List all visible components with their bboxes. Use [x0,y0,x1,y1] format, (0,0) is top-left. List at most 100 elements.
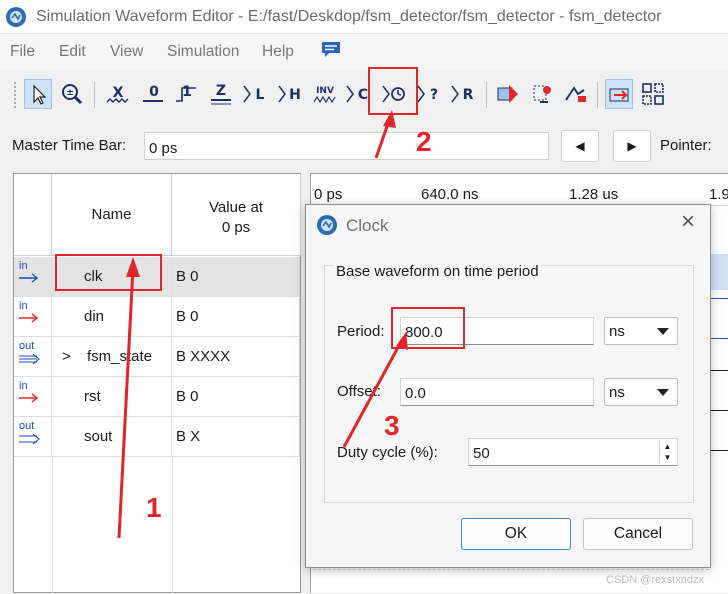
type-column-header [14,174,52,256]
svg-text:±: ± [66,88,74,98]
signal-value: B X [172,417,300,457]
period-unit-select[interactable]: ns [604,317,678,345]
menu-file[interactable]: File [10,43,35,61]
duty-cycle-spinbox[interactable]: 50 ▲ ▼ [468,438,678,466]
chevron-down-icon [657,389,669,396]
offset-input[interactable]: 0.0 [400,378,594,406]
pointer-icon [33,84,47,105]
weak-high-button[interactable]: H [277,79,305,109]
menu-help[interactable]: Help [262,43,294,61]
zoom-button[interactable]: ± [58,79,86,109]
annotation-box-period [391,307,465,349]
cancel-button[interactable]: Cancel [583,518,693,550]
ruler-label: 640.0 ns [421,186,479,203]
spin-buttons[interactable]: ▲ ▼ [659,441,675,463]
name-column-header[interactable]: Name [52,174,172,256]
forcing-unknown-button[interactable]: X [104,79,132,109]
ruler-label: 1.28 us [569,186,619,203]
period-label: Period: [337,323,385,340]
annotation-number-2: 2 [416,126,432,157]
watermark: CSDN @rexstxndzx [606,574,704,586]
z-icon: Z [211,83,231,105]
input-pin-icon [19,313,39,323]
signal-name: fsm_state [86,348,152,365]
snap-time-button[interactable] [605,79,633,109]
signal-row-sout[interactable]: out sout B X [14,417,300,457]
pin-type-cell: out [14,337,52,377]
invert-button[interactable]: INV [311,79,339,109]
select-pointer-button[interactable] [24,79,52,109]
close-icon[interactable]: × [676,210,700,235]
signal-name-cell: > fsm_state [52,337,172,377]
waveform-line [711,370,728,371]
snap-grid-icon [497,85,518,103]
signal-row-din[interactable]: in din B 0 [14,297,300,337]
signal-row-rst[interactable]: in rst B 0 [14,377,300,417]
toolbar-separator [597,82,598,108]
svg-text:INV: INV [316,86,334,96]
period-unit-value: ns [609,323,625,340]
arbitrary-value-button[interactable]: ? [416,79,444,109]
signal-name: din [52,297,172,337]
snap-time-icon [609,88,629,102]
arrow-right-icon: ▶ [627,139,637,153]
menu-simulation[interactable]: Simulation [167,43,239,61]
arrow-left-icon: ◀ [575,139,585,153]
random-value-button[interactable]: R [450,79,478,109]
spin-down-icon[interactable]: ▼ [660,452,675,463]
output-pin-icon [19,433,40,445]
value-header-line2: 0 ps [221,219,251,236]
time-ruler: 0 ps 640.0 ns 1.28 us 1.9 [311,174,728,206]
ok-button[interactable]: OK [461,518,571,550]
ruler-label: 1.9 [709,186,728,203]
master-time-bar-input[interactable]: 0 ps [144,132,549,160]
waveform-line [711,338,728,339]
value-column-header[interactable]: Value at 0 ps [172,174,301,256]
signal-value: B 0 [172,297,300,337]
next-transition-button[interactable]: ▶ [613,130,651,162]
forcing-low-button[interactable]: 0 [139,79,167,109]
signal-row-fsm-state[interactable]: out > fsm_state B XXXX [14,337,300,377]
chevron-down-icon [657,328,669,335]
snap-to-grid-button[interactable] [494,79,522,109]
random-r-icon: R [451,85,474,103]
svg-text:Z: Z [216,83,226,99]
expand-chevron-icon[interactable]: > [62,348,71,365]
previous-transition-button[interactable]: ◀ [561,130,599,162]
feedback-icon[interactable] [320,40,342,60]
one-icon: 1 [176,84,196,102]
column-divider [52,457,53,594]
svg-text:R: R [463,87,474,103]
svg-text:L: L [256,87,265,103]
duty-cycle-value: 50 [473,445,490,462]
toolbar: ± X 0 1 Z L H INV C ? R [0,72,728,120]
menu-bar: File Edit View Simulation Help [0,34,728,70]
menu-edit[interactable]: Edit [59,43,86,61]
offset-unit-select[interactable]: ns [604,378,678,406]
svg-text:1: 1 [182,84,192,100]
pointer-label: Pointer: [660,137,712,154]
weak-low-button[interactable]: L [242,79,270,109]
svg-text:H: H [289,87,301,103]
reorder-button[interactable] [528,79,556,109]
annotation-number-1: 1 [146,492,162,523]
pin-type-cell: out [14,417,52,457]
value-header-line1: Value at [209,199,263,216]
high-impedance-button[interactable]: Z [207,79,235,109]
spin-up-icon[interactable]: ▲ [660,441,675,452]
group-button[interactable] [639,79,667,109]
toolbar-grip[interactable] [14,82,18,108]
column-divider [172,457,173,594]
invert-icon: INV [313,86,336,104]
input-pin-icon [19,393,39,403]
forcing-high-button[interactable]: 1 [172,79,200,109]
pin-direction-label: in [19,300,28,312]
reorder-icon [533,85,551,103]
bus-output-pin-icon [19,353,40,365]
menu-view[interactable]: View [110,43,143,61]
offset-unit-value: ns [609,384,625,401]
stretch-button[interactable] [562,79,590,109]
clock-dialog: Clock × Base waveform on time period Per… [305,204,711,568]
grid-line [313,569,709,570]
group-title: Base waveform on time period [334,263,541,280]
